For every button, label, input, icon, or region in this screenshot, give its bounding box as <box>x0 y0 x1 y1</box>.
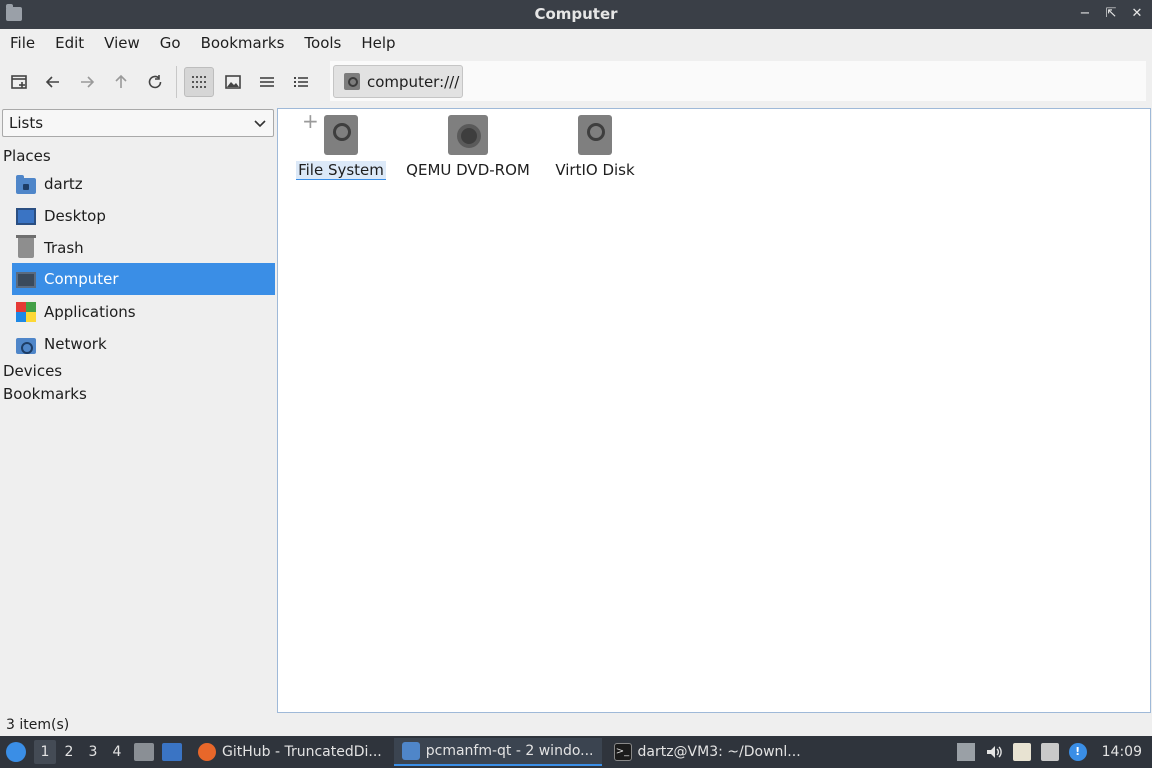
terminal-icon: >_ <box>613 743 632 761</box>
dvd-icon <box>448 115 488 155</box>
title-bar: Computer − ⇱ ✕ <box>0 0 1152 29</box>
notification-icon[interactable]: ! <box>1068 743 1087 761</box>
reload-button[interactable] <box>140 67 170 97</box>
minimize-button[interactable]: − <box>1076 4 1094 24</box>
firefox-icon <box>198 743 216 761</box>
file-item-label: QEMU DVD-ROM <box>406 161 530 179</box>
sidebar-item-applications[interactable]: Applications <box>12 296 275 328</box>
path-text: computer:/// <box>367 72 460 91</box>
sidebar-item-label: Trash <box>44 239 84 257</box>
thumbnail-view-button[interactable] <box>218 67 248 97</box>
workspace-3[interactable]: 3 <box>82 740 104 764</box>
reload-icon <box>148 75 162 89</box>
path-bar: computer:/// <box>330 61 1146 101</box>
drive-icon <box>344 73 360 90</box>
side-pane-selector-value: Lists <box>9 114 44 132</box>
sidebar-item-desktop[interactable]: Desktop <box>12 200 275 232</box>
file-manager-launcher-icon[interactable] <box>134 743 154 761</box>
menu-tools[interactable]: Tools <box>294 34 351 52</box>
forward-button[interactable] <box>72 67 102 97</box>
folder-icon <box>401 742 420 760</box>
file-item-qemu-dvd-rom[interactable]: QEMU DVD-ROM <box>403 115 533 179</box>
close-button[interactable]: ✕ <box>1128 4 1146 24</box>
applications-icon <box>16 302 36 322</box>
sidebar-item-computer[interactable]: Computer <box>12 263 275 295</box>
task-firefox[interactable]: GitHub - TruncatedDi... <box>190 738 390 766</box>
compact-view-button[interactable] <box>252 67 282 97</box>
arrow-left-icon <box>45 76 59 88</box>
sidebar-item-label: dartz <box>44 175 83 193</box>
list-icon <box>260 77 274 87</box>
side-pane-selector[interactable]: Lists <box>2 109 274 137</box>
sidebar-item-label: Computer <box>44 270 119 288</box>
places-header[interactable]: Places <box>3 147 51 165</box>
toolbar-separator <box>176 66 177 98</box>
up-button[interactable] <box>106 67 136 97</box>
maximize-button[interactable]: ⇱ <box>1102 4 1120 24</box>
clock[interactable]: 14:09 <box>1102 744 1142 760</box>
volume-icon[interactable] <box>985 743 1003 761</box>
task-label: dartz@VM3: ~/Downl... <box>637 744 801 760</box>
workspace-1[interactable]: 1 <box>34 740 56 764</box>
menu-go[interactable]: Go <box>150 34 191 52</box>
menu-help[interactable]: Help <box>351 34 405 52</box>
devices-header[interactable]: Devices <box>3 362 62 380</box>
menu-view[interactable]: View <box>94 34 150 52</box>
drive-icon <box>324 115 358 155</box>
grid-icon <box>192 76 206 88</box>
desktop-icon <box>16 207 36 225</box>
status-text: 3 item(s) <box>6 717 70 733</box>
sidebar-item-label: Network <box>44 335 107 353</box>
sidebar-item-label: Desktop <box>44 207 106 225</box>
detail-list-icon <box>294 77 308 87</box>
file-item-label: VirtIO Disk <box>555 161 635 179</box>
menu-bar: File Edit View Go Bookmarks Tools Help <box>0 29 1152 57</box>
sidebar-item-dartz[interactable]: dartz <box>12 168 275 200</box>
drive-icon <box>578 115 612 155</box>
network-icon <box>16 338 36 354</box>
file-item-file-system[interactable]: File System <box>276 115 406 180</box>
network-icon[interactable] <box>1040 743 1059 761</box>
menu-bookmarks[interactable]: Bookmarks <box>191 34 295 52</box>
file-item-label: File System <box>296 161 386 180</box>
workspace-2[interactable]: 2 <box>58 740 80 764</box>
home-folder-icon <box>16 175 36 194</box>
file-item-virtio-disk[interactable]: VirtIO Disk <box>530 115 660 179</box>
workspace-4[interactable]: 4 <box>106 740 128 764</box>
taskbar: 1 2 3 4 GitHub - TruncatedDi... pcmanfm-… <box>0 736 1152 768</box>
image-icon <box>225 75 241 89</box>
chevron-up-icon[interactable] <box>956 743 975 761</box>
sidebar-item-label: Applications <box>44 303 136 321</box>
arrow-up-icon <box>115 74 127 88</box>
bookmarks-header[interactable]: Bookmarks <box>3 385 87 403</box>
trash-icon <box>16 235 36 258</box>
task-terminal[interactable]: >_ dartz@VM3: ~/Downl... <box>606 738 809 766</box>
file-view[interactable]: + File System QEMU DVD-ROM VirtIO Disk <box>277 108 1151 713</box>
window-title: Computer <box>534 5 618 23</box>
sidebar-item-network[interactable]: Network <box>12 328 275 360</box>
task-label: GitHub - TruncatedDi... <box>222 744 382 760</box>
task-label: pcmanfm-qt - 2 windo... <box>425 743 594 759</box>
path-button-computer[interactable]: computer:/// <box>333 65 463 98</box>
start-menu-icon[interactable] <box>6 742 26 762</box>
new-tab-button[interactable] <box>4 67 34 97</box>
menu-edit[interactable]: Edit <box>45 34 94 52</box>
computer-icon <box>16 272 36 288</box>
clipboard-icon[interactable] <box>1012 743 1031 761</box>
task-pcmanfm[interactable]: pcmanfm-qt - 2 windo... <box>393 738 602 766</box>
system-tray: ! 14:09 <box>952 736 1152 768</box>
new-tab-icon <box>11 75 27 89</box>
arrow-right-icon <box>81 76 95 88</box>
detailed-view-button[interactable] <box>286 67 316 97</box>
back-button[interactable] <box>38 67 68 97</box>
show-desktop-icon[interactable] <box>162 743 182 761</box>
chevron-down-icon <box>254 120 266 128</box>
icon-view-button[interactable] <box>184 67 214 97</box>
menu-file[interactable]: File <box>0 34 45 52</box>
toolbar: computer:/// <box>0 59 1152 105</box>
sidebar-item-trash[interactable]: Trash <box>12 232 275 264</box>
